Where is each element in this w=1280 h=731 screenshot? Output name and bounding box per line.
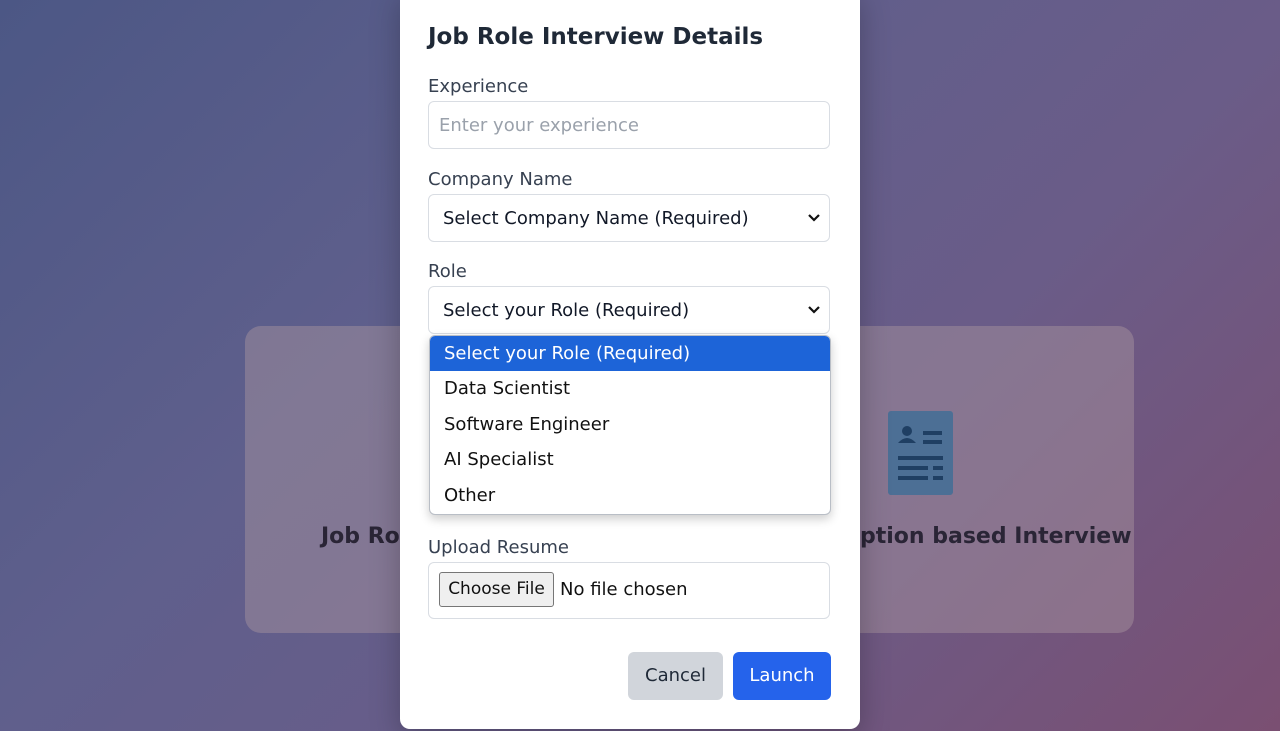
role-option[interactable]: Software Engineer [430,407,830,442]
experience-field-wrapper [428,101,830,149]
interview-details-modal: Job Role Interview Details Experience Co… [400,0,860,729]
company-name-select[interactable]: Select Company Name (Required) [428,194,830,242]
role-label: Role [428,261,467,282]
file-status-text: No file chosen [560,579,688,600]
launch-button[interactable]: Launch [733,652,831,700]
company-name-label: Company Name [428,169,573,190]
cancel-button[interactable]: Cancel [628,652,723,700]
modal-title: Job Role Interview Details [428,24,764,50]
chevron-down-icon [808,306,820,314]
resume-file-input: Choose File No file chosen [428,562,830,619]
role-option[interactable]: Select your Role (Required) [430,336,830,372]
role-option[interactable]: Data Scientist [430,371,830,406]
experience-input[interactable] [429,102,829,148]
chevron-down-icon [808,214,820,222]
role-selected-value: Select your Role (Required) [443,300,690,321]
experience-label: Experience [428,76,529,97]
job-role-interview-card-title[interactable]: Job Rol [321,524,407,549]
company-name-selected-value: Select Company Name (Required) [443,208,749,229]
role-dropdown-list: Select your Role (Required) Data Scienti… [429,335,831,515]
role-option[interactable]: Other [430,478,830,513]
description-based-interview-card-title[interactable]: ption based Interview [860,524,1132,549]
role-option[interactable]: AI Specialist [430,442,830,477]
upload-resume-label: Upload Resume [428,537,569,558]
choose-file-button[interactable]: Choose File [439,572,554,607]
role-select[interactable]: Select your Role (Required) [428,286,830,334]
resume-document-icon [888,411,953,495]
